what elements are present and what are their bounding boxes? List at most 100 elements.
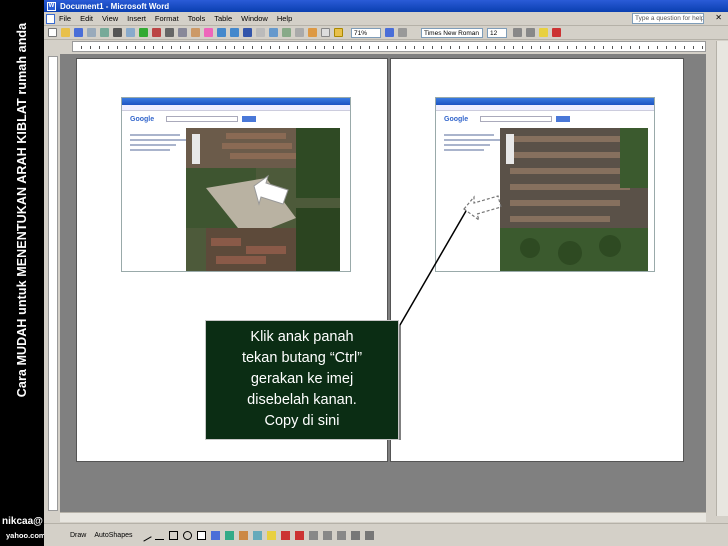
- aerial-image-left: [186, 128, 340, 271]
- vertical-scrollbar[interactable]: [716, 41, 728, 516]
- arrow-tool-icon[interactable]: [154, 531, 164, 540]
- ruler-tick: [603, 46, 604, 49]
- autoshapes-menu[interactable]: AutoShapes: [94, 532, 132, 539]
- open-folder-icon[interactable]: [61, 28, 70, 37]
- font-size-select[interactable]: 12: [487, 27, 507, 38]
- close-document-icon[interactable]: ✕: [715, 13, 722, 22]
- menu-table[interactable]: Table: [214, 14, 232, 23]
- font-color-icon[interactable]: [552, 28, 561, 37]
- read-icon[interactable]: [398, 28, 407, 37]
- menu-file[interactable]: File: [59, 14, 71, 23]
- picture-icon[interactable]: [252, 530, 262, 540]
- undo-icon[interactable]: [217, 28, 226, 37]
- vertical-ruler[interactable]: [48, 56, 58, 511]
- copy-icon[interactable]: [178, 28, 187, 37]
- result-line: [130, 149, 170, 151]
- menu-bar: File Edit View Insert Format Tools Table…: [44, 12, 728, 26]
- ruler-tick: [324, 46, 325, 49]
- font-name-select[interactable]: Times New Roman: [421, 27, 483, 38]
- rectangle-tool-icon[interactable]: [168, 530, 178, 540]
- browser-addressbar: [436, 105, 654, 111]
- insert-excel-icon[interactable]: [282, 28, 291, 37]
- cut-icon[interactable]: [165, 28, 174, 37]
- spelling-icon[interactable]: [139, 28, 148, 37]
- ruler-tick: [693, 46, 694, 49]
- line-color-icon[interactable]: [280, 530, 290, 540]
- new-document-icon[interactable]: [48, 28, 57, 37]
- line-tool-icon[interactable]: [138, 528, 152, 542]
- insert-table-icon[interactable]: [269, 28, 278, 37]
- research-icon[interactable]: [152, 28, 161, 37]
- horizontal-ruler[interactable]: [72, 41, 706, 52]
- ruler-tick: [81, 46, 82, 49]
- line-style-icon[interactable]: [308, 530, 318, 540]
- ruler-tick: [657, 46, 658, 49]
- maps-screenshot-left[interactable]: Google: [121, 97, 351, 272]
- help-icon[interactable]: [385, 28, 394, 37]
- shadow-style-icon[interactable]: [350, 530, 360, 540]
- menu-help[interactable]: Help: [277, 14, 292, 23]
- menu-window[interactable]: Window: [241, 14, 268, 23]
- oval-tool-icon[interactable]: [182, 530, 192, 540]
- google-maps-logo: Google: [444, 116, 469, 123]
- browser-titlebar: [436, 98, 654, 105]
- drawing-icon[interactable]: [308, 28, 317, 37]
- maps-screenshot-right[interactable]: Google: [435, 97, 655, 272]
- ruler-tick: [225, 46, 226, 49]
- indent-icon[interactable]: [526, 28, 535, 37]
- textbox-tool-icon[interactable]: [196, 530, 206, 540]
- result-line: [130, 139, 186, 141]
- redo-icon[interactable]: [230, 28, 239, 37]
- 3d-style-icon[interactable]: [364, 530, 374, 540]
- wordart-icon[interactable]: [210, 530, 220, 540]
- print-icon[interactable]: [113, 28, 122, 37]
- ruler-tick: [279, 46, 280, 49]
- zoom-select[interactable]: 71%: [351, 27, 381, 38]
- highlight-icon[interactable]: [539, 28, 548, 37]
- drawing-toolbar: Draw AutoShapes: [44, 523, 728, 546]
- ruler-tick: [639, 46, 640, 49]
- menu-format[interactable]: Format: [155, 14, 179, 23]
- fill-color-icon[interactable]: [266, 530, 276, 540]
- clipart-icon[interactable]: [238, 530, 248, 540]
- email-icon[interactable]: [100, 28, 109, 37]
- slide: Cara MUDAH untuk MENENTUKAN ARAH KIBLAT …: [0, 0, 728, 546]
- ruler-tick: [297, 46, 298, 49]
- ruler-tick: [216, 46, 217, 49]
- paste-icon[interactable]: [191, 28, 200, 37]
- help-question-input[interactable]: Type a question for help: [632, 13, 704, 24]
- horizontal-scrollbar[interactable]: [60, 512, 706, 522]
- menu-edit[interactable]: Edit: [80, 14, 93, 23]
- save-icon[interactable]: [74, 28, 83, 37]
- columns-icon[interactable]: [295, 28, 304, 37]
- ruler-tick: [261, 46, 262, 49]
- permission-icon[interactable]: [87, 28, 96, 37]
- google-maps-logo: Google: [130, 116, 155, 123]
- callout-line: gerakan ke imej: [250, 371, 354, 387]
- menu-insert[interactable]: Insert: [127, 14, 146, 23]
- menu-tools[interactable]: Tools: [188, 14, 206, 23]
- bullets-icon[interactable]: [513, 28, 522, 37]
- tables-borders-icon[interactable]: [256, 28, 265, 37]
- show-hide-icon[interactable]: [334, 28, 343, 37]
- result-line: [130, 144, 176, 146]
- ruler-tick: [612, 46, 613, 49]
- dash-style-icon[interactable]: [322, 530, 332, 540]
- side-caption-strip: Cara MUDAH untuk MENENTUKAN ARAH KIBLAT …: [0, 0, 46, 546]
- document-map-icon[interactable]: [321, 28, 330, 37]
- arrow-style-icon[interactable]: [336, 530, 346, 540]
- format-painter-icon[interactable]: [204, 28, 213, 37]
- ruler-tick: [351, 46, 352, 49]
- font-color-draw-icon[interactable]: [294, 530, 304, 540]
- ruler-tick: [378, 46, 379, 49]
- hyperlink-icon[interactable]: [243, 28, 252, 37]
- callout-line: tekan butang “Ctrl”: [241, 350, 363, 366]
- print-preview-icon[interactable]: [126, 28, 135, 37]
- ruler-tick: [306, 46, 307, 49]
- word-window: W Document1 - Microsoft Word File Edit V…: [44, 0, 728, 546]
- menu-view[interactable]: View: [102, 14, 118, 23]
- ruler-tick: [180, 46, 181, 49]
- ruler-tick: [126, 46, 127, 49]
- draw-menu[interactable]: Draw: [70, 532, 86, 539]
- diagram-icon[interactable]: [224, 530, 234, 540]
